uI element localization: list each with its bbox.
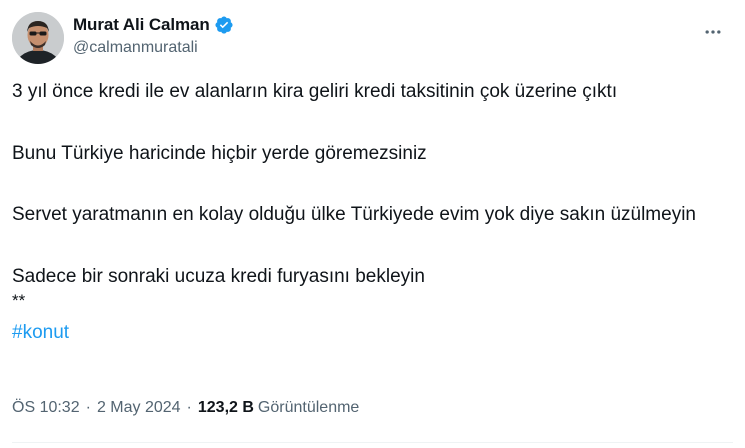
- tweet-date[interactable]: 2 May 2024: [97, 399, 181, 417]
- author-names: Murat Ali Calman @calmanmuratali: [73, 14, 234, 57]
- tweet-paragraph: Servet yaratmanın en kolay olduğu ülke T…: [12, 204, 696, 225]
- tweet-text: 3 yıl önce kredi ile ev alanların kira g…: [12, 78, 732, 348]
- views-count[interactable]: 123,2 B: [198, 399, 254, 417]
- tweet-header: Murat Ali Calman @calmanmuratali: [12, 12, 733, 64]
- hashtag-link[interactable]: #konut: [12, 322, 69, 343]
- tweet-paragraph: Bunu Türkiye haricinde hiçbir yerde göre…: [12, 142, 427, 164]
- avatar[interactable]: [12, 12, 64, 64]
- author-display-name[interactable]: Murat Ali Calman: [73, 15, 210, 35]
- meta-separator: ·: [186, 399, 192, 416]
- divider: [12, 442, 733, 443]
- tweet-paragraph: Sadece bir sonraki ucuza kredi furyasını…: [12, 265, 425, 287]
- tweet-paragraph: 3 yıl önce kredi ile ev alanların kira g…: [12, 81, 618, 102]
- views-label[interactable]: Görüntülenme: [258, 399, 359, 417]
- author-handle[interactable]: @calmanmuratali: [73, 39, 234, 57]
- tweet-time[interactable]: ÖS 10:32: [12, 399, 80, 417]
- meta-separator: ·: [85, 399, 91, 416]
- more-options-icon[interactable]: [697, 16, 729, 48]
- display-name-row: Murat Ali Calman: [73, 14, 234, 36]
- tweet-paragraph: **: [12, 291, 26, 310]
- tweet-meta: ÖS 10:32 · 2 May 2024 · 123,2 B Görüntül…: [12, 399, 359, 417]
- verified-badge-icon[interactable]: [214, 15, 234, 35]
